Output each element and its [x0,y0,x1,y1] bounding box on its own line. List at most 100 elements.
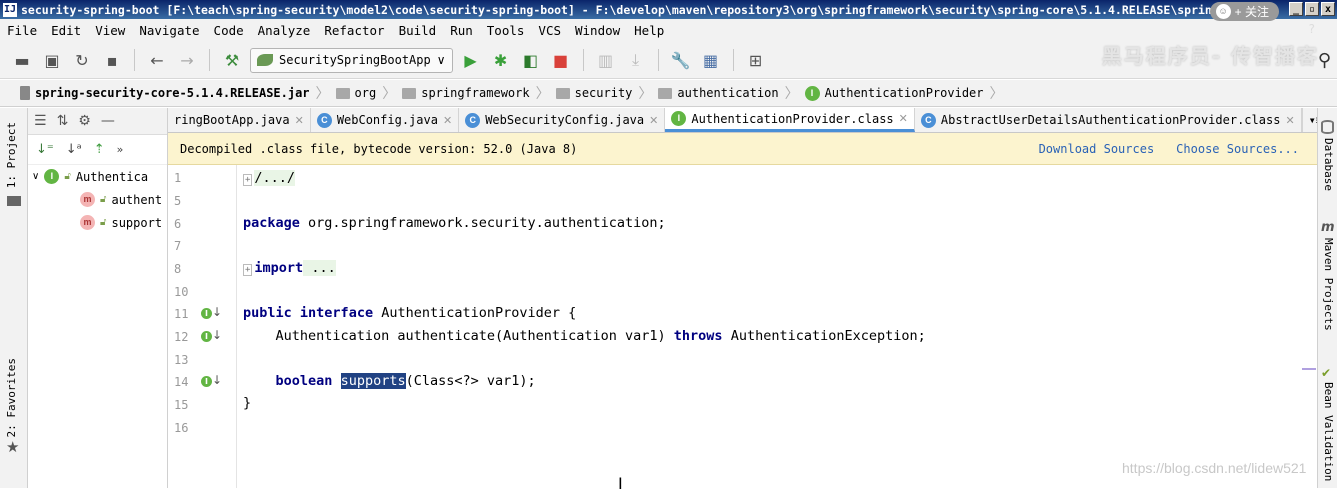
open-folder-icon[interactable]: ▬ [10,48,34,72]
forward-arrow-icon[interactable]: → [175,48,199,72]
menu-refactor[interactable]: Refactor [317,23,391,38]
choose-sources-link[interactable]: Choose Sources... [1176,142,1299,156]
tab-overflow-menu[interactable]: ▾≡₂ [1301,108,1317,132]
scrollbar-marker[interactable] [1302,368,1316,370]
breadcrumb-org[interactable]: org [330,86,383,100]
follow-button[interactable]: ☺ + 关注 [1209,2,1279,21]
coverage-icon[interactable]: ◧ [519,48,543,72]
menu-view[interactable]: View [88,23,132,38]
selected-text[interactable]: supports [340,373,406,389]
more-icon[interactable]: » [117,143,124,156]
stop-icon[interactable]: ■ [549,48,573,72]
show-inherited-icon[interactable]: ⇡ [94,142,105,157]
interface-icon: I [804,85,820,101]
breadcrumb-class[interactable]: I AuthenticationProvider [799,85,990,101]
tab-authenticationprovider[interactable]: I AuthenticationProvider.class ✕ [665,108,915,132]
method-icon: m [80,215,95,230]
breadcrumb-jar[interactable]: spring-security-core-5.1.4.RELEASE.jar [14,86,316,100]
project-tool-tab[interactable]: 1: Project [5,122,18,188]
bean-validation-icon: ✔ [1321,366,1332,380]
follow-label: + 关注 [1234,5,1269,19]
update-icon[interactable]: ▥ [594,48,618,72]
menu-run[interactable]: Run [443,23,480,38]
chevron-right-icon: 〉 [535,86,550,102]
fold-expand-icon[interactable]: + [243,174,253,186]
breadcrumb-authentication[interactable]: authentication [652,86,784,100]
menu-analyze[interactable]: Analyze [251,23,318,38]
debug-icon[interactable]: ✱ [489,48,513,72]
avatar: ☺ [1215,4,1231,19]
line-number: 15 [174,398,189,412]
menu-navigate[interactable]: Navigate [132,23,206,38]
sort-alphabetically-icon[interactable]: ↓ᵃ [66,142,82,157]
implemented-marker-icon[interactable]: I ↓ [201,373,222,387]
menu-window[interactable]: Window [568,23,627,38]
folded-imports[interactable]: ... [303,260,336,276]
close-tab-icon[interactable]: ✕ [649,114,658,127]
line-number: 6 [174,217,182,231]
code-line-14: boolean supports(Class<?> var1); [275,373,536,389]
favorites-tool-tab[interactable]: 2: Favorites [5,358,18,437]
download-sources-link[interactable]: Download Sources [1039,142,1155,156]
project-structure-icon[interactable]: ▪ [100,48,124,72]
gear-icon[interactable]: ⚙ [78,113,91,129]
line-number: 13 [174,353,189,367]
line-number: 7 [174,239,182,253]
close-window-button[interactable]: x [1321,2,1335,16]
tab-websecurityconfig[interactable]: C WebSecurityConfig.java ✕ [459,108,666,132]
expand-all-icon[interactable]: ☰ [34,113,47,129]
intellij-app-icon: IJ [3,2,17,17]
help-icon[interactable]: ? [1309,22,1315,36]
search-everywhere-icon[interactable]: ⚲ [1318,50,1331,71]
sync-icon[interactable]: ↻ [70,48,94,72]
close-tab-icon[interactable]: ✕ [899,112,908,125]
close-tab-icon[interactable]: ✕ [295,114,304,127]
left-tool-strip: 1: Project 2: Favorites ★ [0,108,28,488]
implemented-marker-icon[interactable]: I ↓ [201,305,222,319]
sort-by-visibility-icon[interactable]: ↓⁼ [36,142,54,157]
menu-code[interactable]: Code [207,23,251,38]
menu-vcs[interactable]: VCS [531,23,568,38]
structure-method-node[interactable]: m 🔓︎ support [28,211,167,234]
menu-tools[interactable]: Tools [480,23,532,38]
breadcrumb-security[interactable]: security [550,86,639,100]
jar-icon [20,86,30,100]
hide-panel-icon[interactable]: — [101,113,115,129]
menu-help[interactable]: Help [627,23,671,38]
folded-header[interactable]: /.../ [254,170,296,186]
structure-method-node[interactable]: m 🔓︎ authent [28,188,167,211]
run-icon[interactable]: ▶ [459,48,483,72]
back-arrow-icon[interactable]: ← [145,48,169,72]
structure-tree-icon[interactable]: ⊞ [744,48,768,72]
tab-webconfig[interactable]: C WebConfig.java ✕ [311,108,460,132]
tab-abstractuserdetailsauthenticationprovider[interactable]: C AbstractUserDetailsAuthenticationProvi… [915,108,1302,132]
maximize-button[interactable]: ▫ [1305,2,1319,16]
bean-validation-tool-tab[interactable]: Bean Validation [1322,382,1335,481]
run-configuration-select[interactable]: SecuritySpringBootApp ∨ [250,47,453,73]
fold-expand-icon[interactable]: + [243,264,253,276]
minimize-button[interactable]: _ [1289,2,1303,16]
tab-springbootapp[interactable]: ringBootApp.java ✕ [168,108,311,132]
code-line-8: + import ... [243,260,336,276]
database-tool-tab[interactable]: Database [1322,138,1335,191]
maven-tool-tab[interactable]: Maven Projects [1322,238,1335,331]
download-icon[interactable]: ⤓ [624,48,648,72]
project-structure-grid-icon[interactable]: ▦ [699,48,723,72]
run-configuration-label: SecuritySpringBootApp [279,53,431,67]
line-number: 14 [174,375,189,389]
breadcrumb-springframework[interactable]: springframework [396,86,535,100]
decompiled-notice-bar: Decompiled .class file, bytecode version… [168,133,1317,165]
menu-file[interactable]: File [0,23,44,38]
save-all-icon[interactable]: ▣ [40,48,64,72]
menu-build[interactable]: Build [392,23,444,38]
settings-wrench-icon[interactable]: 🔧 [669,48,693,72]
folder-icon [555,87,570,99]
collapse-all-icon[interactable]: ⇅ [57,113,69,129]
implemented-marker-icon[interactable]: I ↓ [201,328,222,342]
structure-root-node[interactable]: ∨ I 🔓︎ Authentica [28,165,167,188]
code-editor[interactable]: +/.../ package org.springframework.secur… [237,165,1317,488]
menu-edit[interactable]: Edit [44,23,88,38]
build-hammer-icon[interactable]: ⚒ [220,48,244,72]
close-tab-icon[interactable]: ✕ [1285,114,1294,127]
close-tab-icon[interactable]: ✕ [443,114,452,127]
